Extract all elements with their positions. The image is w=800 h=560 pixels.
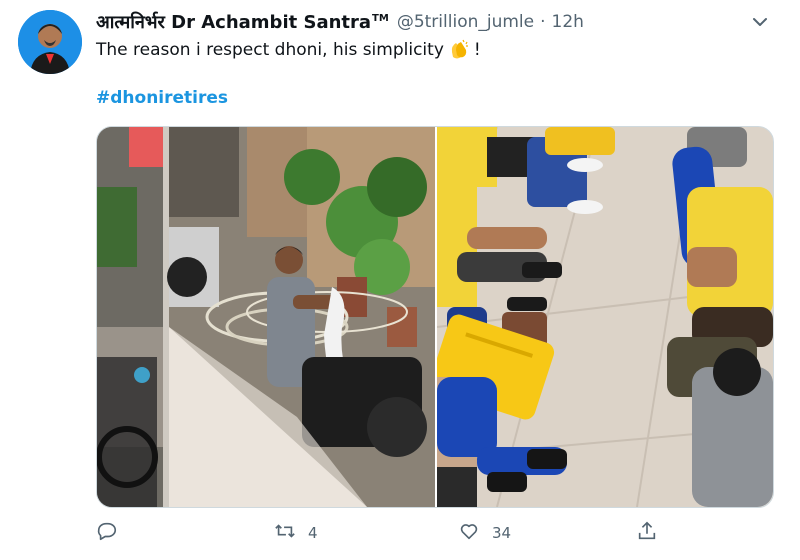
retweet-icon[interactable] — [274, 520, 296, 546]
share-button[interactable] — [636, 520, 658, 546]
chevron-down-icon[interactable] — [748, 10, 772, 34]
tweet-actions: 4 34 — [96, 516, 772, 548]
tweet-media[interactable] — [96, 126, 774, 508]
trademark-mark: TM — [372, 13, 389, 24]
tweet-text-main: The reason i respect dhoni, his simplici… — [96, 40, 444, 60]
tweet-text: The reason i respect dhoni, his simplici… — [96, 38, 481, 62]
display-name[interactable]: आत्मनिर्भर Dr Achambit SantraTM — [96, 10, 389, 34]
separator-dot: · — [540, 12, 546, 32]
heart-icon[interactable] — [458, 520, 480, 546]
user-handle[interactable]: @5trillion_jumle — [397, 12, 534, 32]
retweet-count: 4 — [308, 524, 318, 542]
tweet[interactable]: आत्मनिर्भर Dr Achambit SantraTM @5trilli… — [0, 0, 800, 560]
avatar[interactable] — [18, 10, 82, 74]
clapping-hands-icon — [447, 38, 471, 62]
timestamp[interactable]: 12h — [552, 12, 584, 32]
hashtag-link[interactable]: #dhoniretires — [96, 88, 228, 108]
photo-right[interactable] — [437, 127, 773, 507]
retweet-button[interactable]: 4 — [274, 520, 318, 546]
like-count: 34 — [492, 524, 512, 542]
tweet-header: आत्मनिर्भर Dr Achambit SantraTM @5trilli… — [96, 10, 584, 34]
reply-button[interactable] — [96, 520, 118, 546]
like-button[interactable]: 34 — [458, 520, 511, 546]
photo-left[interactable] — [97, 127, 435, 507]
share-icon[interactable] — [636, 520, 658, 546]
reply-icon[interactable] — [96, 520, 118, 546]
tweet-text-exclamation: ! — [473, 40, 481, 60]
